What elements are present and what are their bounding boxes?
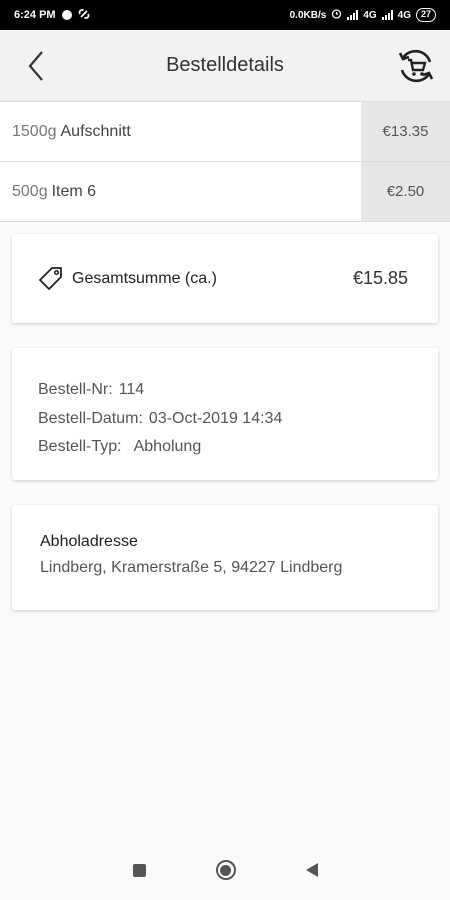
order-type-row: Bestell-Typ: Abholung xyxy=(38,433,412,462)
pickup-address-text: Lindberg, Kramerstraße 5, 94227 Lindberg xyxy=(40,559,343,576)
order-date-value: 03-Oct-2019 14:34 xyxy=(148,409,283,427)
item-price: €13.35 xyxy=(361,102,450,161)
pickup-address-card: Abholadresse Lindberg, Kramerstraße 5, 9… xyxy=(12,505,438,610)
pickup-address-title: Abholadresse xyxy=(40,533,138,550)
order-info-card: Bestell-Nr: 114 Bestell-Datum: 03-Oct-2019… xyxy=(12,348,438,480)
status-left: 6:24 PM xyxy=(14,8,90,23)
status-bar: 6:24 PM 0.0KB/s 4G 4G 27 xyxy=(0,0,450,30)
battery-icon: 27 xyxy=(415,8,436,22)
status-right: 0.0KB/s 4G 4G 27 xyxy=(290,8,436,22)
order-number-row: Bestell-Nr: 114 xyxy=(38,376,412,405)
page-title: Bestelldetails xyxy=(166,54,284,76)
tag-icon xyxy=(36,264,66,294)
total-card: Gesamtsumme (ca.) €15.85 xyxy=(12,234,438,323)
network-type-1: 4G xyxy=(363,9,377,21)
item-name: Aufschnitt xyxy=(60,122,131,140)
reorder-button[interactable] xyxy=(394,44,438,88)
item-qty: 1500g xyxy=(12,122,57,140)
order-type-value: Abholung xyxy=(133,438,202,455)
order-date-label: Bestell-Datum: xyxy=(38,409,143,427)
app-bar: Bestelldetails xyxy=(0,30,450,102)
home-circle-icon[interactable] xyxy=(215,860,236,880)
item-qty: 500g xyxy=(12,182,48,200)
recents-square-icon[interactable] xyxy=(132,863,146,877)
list-item[interactable]: 1500g Aufschnitt €13.35 xyxy=(0,102,450,162)
order-number-label: Bestell-Nr: xyxy=(38,381,113,398)
link-icon xyxy=(78,8,90,23)
chevron-left-icon xyxy=(28,51,43,81)
order-type-label: Bestell-Typ: xyxy=(38,438,122,455)
network-speed: 0.0KB/s xyxy=(289,9,327,21)
item-name: Item 6 xyxy=(51,182,97,200)
system-nav-bar xyxy=(0,840,450,900)
cart-refresh-icon xyxy=(398,49,434,83)
item-price: €2.50 xyxy=(361,162,450,221)
total-label: Gesamtsumme (ca.) xyxy=(72,269,217,287)
list-item[interactable]: 500g Item 6 €2.50 xyxy=(0,162,450,222)
back-button[interactable] xyxy=(18,48,54,84)
alarm-icon xyxy=(331,8,342,22)
circle-icon xyxy=(61,10,72,20)
total-value: €15.85 xyxy=(352,268,408,288)
order-number-value: 114 xyxy=(118,381,145,398)
network-type-2: 4G xyxy=(397,9,411,21)
back-triangle-icon[interactable] xyxy=(305,863,318,877)
signal-icon xyxy=(347,10,359,20)
signal-icon xyxy=(381,10,393,20)
order-date-row: Bestell-Datum: 03-Oct-2019 14:34 xyxy=(38,405,412,434)
status-time: 6:24 PM xyxy=(14,9,56,21)
